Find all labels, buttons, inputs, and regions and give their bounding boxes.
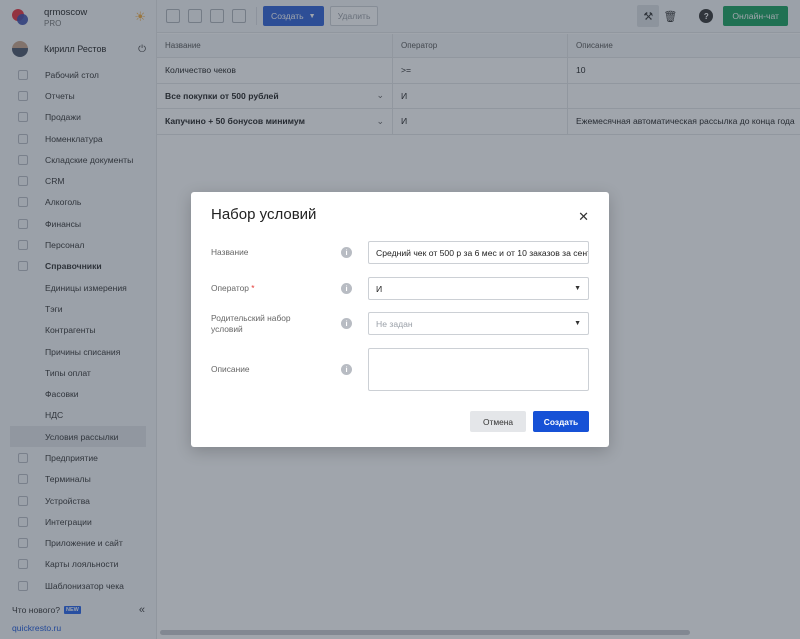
- info-icon[interactable]: i: [341, 247, 352, 258]
- description-row: Описание i: [211, 348, 589, 391]
- operator-select[interactable]: И ▼: [368, 277, 589, 300]
- condition-set-dialog: Набор условий ✕ Название i Средний чек о…: [191, 192, 609, 447]
- operator-row: Оператор * i И ▼: [211, 277, 589, 300]
- name-row: Название i Средний чек от 500 р за 6 мес…: [211, 241, 589, 264]
- caret-down-icon: ▼: [574, 285, 581, 292]
- dialog-title: Набор условий: [211, 206, 317, 223]
- name-field[interactable]: Средний чек от 500 р за 6 мес и от 10 за…: [368, 241, 589, 264]
- close-icon[interactable]: ✕: [578, 209, 589, 225]
- caret-down-icon: ▼: [574, 320, 581, 327]
- info-icon[interactable]: i: [341, 283, 352, 294]
- parent-label: Родительский набор условий: [211, 313, 291, 334]
- cancel-button[interactable]: Отмена: [470, 411, 526, 432]
- parent-row: Родительский набор условий i Не задан ▼: [211, 312, 589, 335]
- create-button[interactable]: Создать: [533, 411, 589, 432]
- name-label: Название: [211, 247, 249, 258]
- required-marker: *: [251, 283, 255, 294]
- parent-set-select[interactable]: Не задан ▼: [368, 312, 589, 335]
- description-textarea[interactable]: [368, 348, 589, 391]
- operator-label: Оператор *: [211, 283, 255, 294]
- info-icon[interactable]: i: [341, 318, 352, 329]
- description-label: Описание: [211, 364, 250, 375]
- info-icon[interactable]: i: [341, 364, 352, 375]
